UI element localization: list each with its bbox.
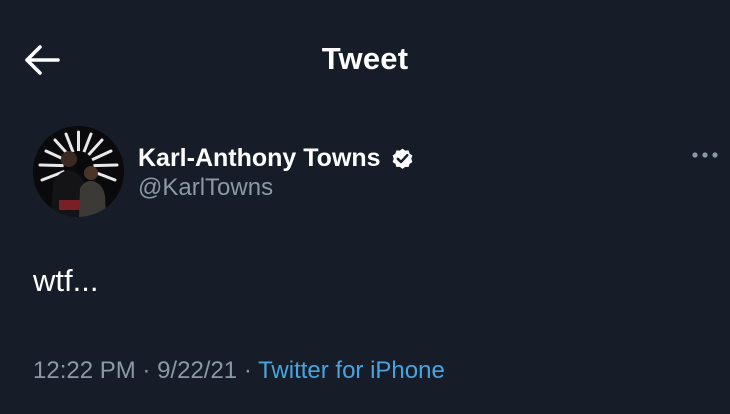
author-handle[interactable]: @KarlTowns xyxy=(138,174,273,202)
author-name-row[interactable]: Karl-Anthony Towns xyxy=(138,141,415,175)
tweet-detail-screen: Tweet Karl-Anthony Towns @KarlTowns wtf.… xyxy=(0,0,730,414)
more-options-button[interactable] xyxy=(690,145,724,165)
verified-badge-icon xyxy=(392,148,412,169)
meta-separator: · xyxy=(243,357,252,384)
tweet-time[interactable]: 12:22 PM xyxy=(33,357,136,384)
top-bar: Tweet xyxy=(0,0,730,110)
profile-photo xyxy=(33,126,124,217)
author-name: Karl-Anthony Towns xyxy=(138,143,381,172)
more-horizontal-icon xyxy=(692,152,718,158)
tweet-source-link[interactable]: Twitter for iPhone xyxy=(258,357,445,384)
page-title: Tweet xyxy=(321,41,409,76)
avatar[interactable] xyxy=(33,126,124,217)
tweet-metadata: 12:22 PM · 9/22/21 · Twitter for iPhone xyxy=(33,357,445,385)
tweet-date[interactable]: 9/22/21 xyxy=(157,357,237,384)
tweet-text: wtf... xyxy=(33,263,99,298)
meta-separator: · xyxy=(142,357,151,384)
